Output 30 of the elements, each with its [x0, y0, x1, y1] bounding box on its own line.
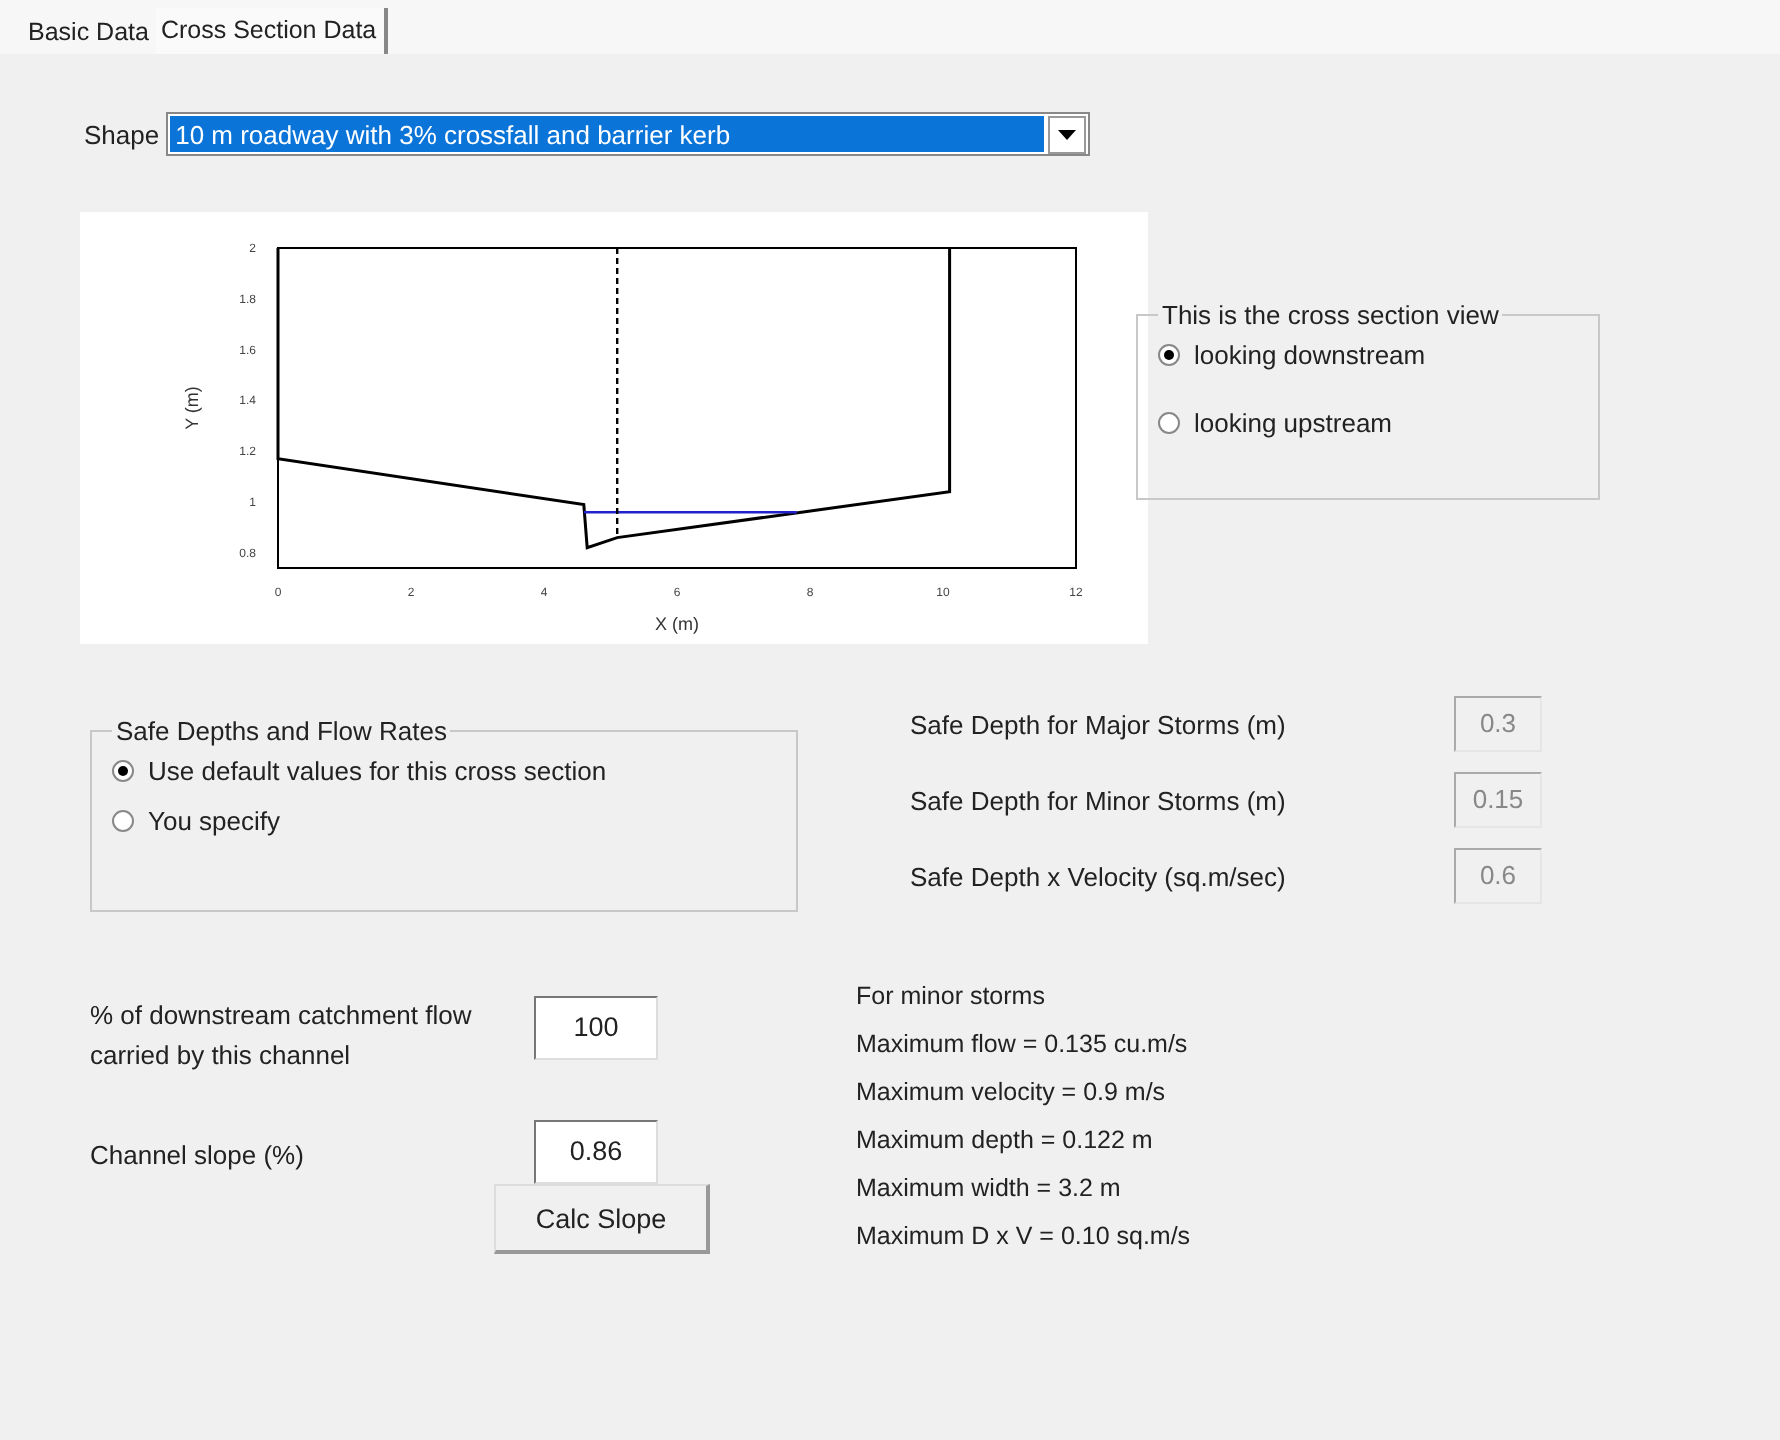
x-axis-label: X (m) — [655, 614, 699, 634]
tab[interactable]: Basic Data — [24, 12, 157, 54]
radio-button[interactable] — [1158, 412, 1180, 434]
y-axis-label: Y (m) — [182, 386, 202, 430]
field-label: % of downstream catchment flow carried by this channel — [90, 998, 474, 1074]
result-text: Maximum flow = 0.135 cu.m/s — [856, 1028, 1190, 1062]
input-field[interactable]: 100 — [534, 996, 658, 1060]
result-text: Maximum D x V = 0.10 sq.m/s — [856, 1220, 1191, 1254]
group-title: Safe Depths and Flow Rates — [114, 716, 449, 746]
radio-label: looking downstream — [1194, 340, 1426, 370]
field-label: Safe Depth for Major Storms (m) — [910, 709, 1288, 739]
radio-label: Use default values for this cross section — [148, 756, 607, 786]
field-label: Safe Depth for Minor Storms (m) — [910, 785, 1288, 815]
radio-button[interactable] — [112, 760, 134, 782]
input-field[interactable]: 0.86 — [534, 1120, 658, 1184]
field-label: Safe Depth x Velocity (sq.m/sec) — [910, 861, 1288, 891]
result-text: Maximum width = 3.2 m — [856, 1172, 1123, 1206]
radio-button[interactable] — [112, 810, 134, 832]
calc-slope-button[interactable]: Calc Slope — [494, 1184, 710, 1254]
field-label: Channel slope (%) — [90, 1138, 306, 1174]
shape-label: Shape — [84, 119, 160, 149]
radio-label: looking upstream — [1194, 408, 1392, 438]
result-text: Maximum velocity = 0.9 m/s — [856, 1076, 1168, 1110]
radio-button[interactable] — [1158, 344, 1180, 366]
radio-label: You specify — [148, 806, 281, 836]
tab[interactable]: Cross Section Data — [156, 8, 389, 54]
group-title: This is the cross section view — [1160, 300, 1501, 330]
results-heading: For minor storms — [856, 980, 1047, 1014]
shape-dropdown[interactable]: 10 m roadway with 3% crossfall and barrier kerb — [165, 112, 1090, 156]
result-text: Maximum depth = 0.122 m — [856, 1124, 1155, 1158]
